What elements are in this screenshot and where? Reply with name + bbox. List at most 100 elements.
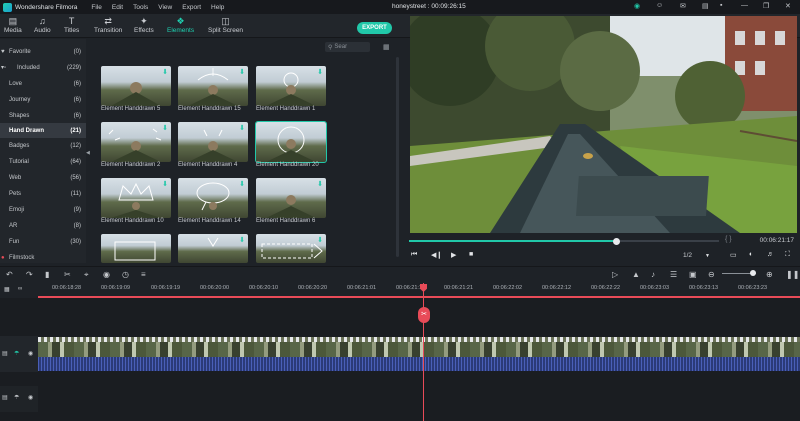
menu-edit[interactable]: Edit xyxy=(112,4,123,11)
subtitle-icon[interactable]: ▣ xyxy=(689,270,697,279)
sidebar-item-included[interactable]: ▾▫ Included (229) xyxy=(0,61,86,74)
close-icon[interactable]: ✕ xyxy=(785,2,791,10)
playhead-line[interactable] xyxy=(423,283,424,421)
link-icon[interactable]: ∞ xyxy=(18,286,22,292)
sidebar-item-web[interactable]: Web (56) xyxy=(0,171,86,184)
element-thumbnail[interactable]: ⬇ xyxy=(256,66,326,106)
element-thumbnail[interactable]: ⬇ xyxy=(101,122,171,162)
maximize-icon[interactable]: ❐ xyxy=(763,2,769,10)
search-input[interactable]: ⚲ Sear xyxy=(325,42,370,52)
element-thumbnail[interactable]: ⬇ xyxy=(178,234,248,263)
zoom-in-icon[interactable]: ⊕ xyxy=(766,270,773,279)
sidebar-item-fun[interactable]: Fun (30) xyxy=(0,235,86,248)
lock-icon[interactable]: ☂ xyxy=(14,350,19,357)
redo-icon[interactable]: ↷ xyxy=(26,270,33,279)
download-icon[interactable]: ⬇ xyxy=(162,180,168,188)
audio-settings-icon[interactable]: ≡ xyxy=(141,270,146,279)
color-icon[interactable]: ◉ xyxy=(103,270,110,279)
snapshot-icon[interactable]: ◐ xyxy=(749,251,753,258)
zoom-slider-handle[interactable] xyxy=(750,270,756,276)
cut-icon[interactable]: ✂ xyxy=(64,270,71,279)
menu-view[interactable]: View xyxy=(158,4,172,11)
tab-media[interactable]: ▤ Media xyxy=(4,16,22,34)
play-icon[interactable]: ▶ xyxy=(451,251,456,259)
preview-quality-select[interactable]: 1/2 xyxy=(683,252,692,259)
export-button[interactable]: EXPORT xyxy=(357,22,392,34)
crop-icon[interactable]: ⌖ xyxy=(84,270,89,280)
element-thumbnail[interactable] xyxy=(101,234,171,263)
download-icon[interactable]: ⬇ xyxy=(162,124,168,132)
element-thumbnail[interactable]: ⬇ xyxy=(101,66,171,106)
cart-icon[interactable]: ▤ xyxy=(702,2,709,10)
grid-view-icon[interactable]: ▦ xyxy=(383,43,390,51)
download-icon[interactable]: ⬇ xyxy=(162,68,168,76)
element-thumbnail[interactable]: ⬇ xyxy=(101,178,171,218)
delete-icon[interactable]: ▮ xyxy=(45,270,49,279)
tab-transition[interactable]: ⇄ Transition xyxy=(94,16,122,34)
previous-frame-icon[interactable]: ⏮ xyxy=(411,251,417,259)
add-track-icon[interactable]: ▦ xyxy=(4,286,10,293)
sidebar-item-favorite[interactable]: ♥ Favorite (0) xyxy=(0,45,86,58)
download-icon[interactable]: ⬇ xyxy=(239,180,245,188)
eye-icon[interactable]: ◉ xyxy=(28,350,33,357)
element-thumbnail[interactable]: ⬇ xyxy=(178,178,248,218)
audio-waveform-clip[interactable] xyxy=(38,357,800,371)
marker-icon[interactable]: ▲ xyxy=(632,270,640,279)
pause-icon[interactable]: ❚❚ xyxy=(786,270,799,279)
render-icon[interactable]: ▷ xyxy=(612,270,618,279)
download-icon[interactable]: ⬇ xyxy=(317,68,323,76)
step-back-icon[interactable]: ◀❙ xyxy=(431,251,442,259)
lock-icon[interactable]: ☂ xyxy=(14,394,19,401)
sidebar-item-pets[interactable]: Pets (11) xyxy=(0,187,86,200)
menu-file[interactable]: File xyxy=(91,4,101,11)
headset-icon[interactable]: ◉ xyxy=(634,2,640,10)
download-icon[interactable]: ⬇ xyxy=(317,236,323,244)
fullscreen-icon[interactable]: ⛶ xyxy=(785,251,790,259)
sidebar-item-shapes[interactable]: Shapes (6) xyxy=(0,109,86,122)
tab-audio[interactable]: ♫ Audio xyxy=(34,16,51,34)
tab-elements[interactable]: ❖ Elements xyxy=(167,16,194,34)
download-icon[interactable]: ⬇ xyxy=(239,236,245,244)
menu-help[interactable]: Help xyxy=(211,4,224,11)
eye-icon[interactable]: ◉ xyxy=(28,394,33,401)
split-scissors-icon[interactable]: ✂ xyxy=(418,307,430,323)
menu-tools[interactable]: Tools xyxy=(133,4,148,11)
sidebar-item-journey[interactable]: Journey (6) xyxy=(0,93,86,106)
sidebar-item-emoji[interactable]: Emoji (9) xyxy=(0,203,86,216)
element-thumbnail[interactable]: ⬇ xyxy=(178,122,248,162)
dropdown-chevron-icon[interactable]: ▼ xyxy=(705,253,710,259)
voiceover-icon[interactable]: ☰ xyxy=(670,270,677,279)
progress-handle[interactable] xyxy=(613,237,621,245)
tab-split-screen[interactable]: ◫ Split Screen xyxy=(208,16,243,34)
microphone-icon[interactable]: ♪ xyxy=(651,270,655,279)
display-icon[interactable]: ▭ xyxy=(730,251,737,259)
download-icon[interactable]: ⬇ xyxy=(317,180,323,188)
element-thumbnail[interactable]: ⬇ xyxy=(256,178,326,218)
library-scrollbar[interactable] xyxy=(396,57,399,257)
tab-effects[interactable]: ✦ Effects xyxy=(134,16,154,34)
undo-icon[interactable]: ↶ xyxy=(6,270,13,279)
zoom-out-icon[interactable]: ⊖ xyxy=(708,270,715,279)
element-thumbnail[interactable]: ⬇ xyxy=(178,66,248,106)
sidebar-item-filmstock[interactable]: ● Filmstock xyxy=(0,251,86,264)
speed-icon[interactable]: ◷ xyxy=(122,270,129,279)
element-thumbnail-selected[interactable] xyxy=(255,121,327,163)
download-icon[interactable]: ⬇ xyxy=(239,124,245,132)
minimize-icon[interactable]: — xyxy=(741,2,748,9)
sidebar-item-hand-drawn[interactable]: Hand Drawn (21) xyxy=(0,123,86,138)
collapse-sidebar-icon[interactable]: ◀ xyxy=(86,150,90,156)
element-thumbnail[interactable]: ⬇ xyxy=(256,234,326,263)
volume-icon[interactable]: ♬ xyxy=(767,251,774,258)
mark-in-out[interactable]: { } xyxy=(725,236,732,243)
download-icon[interactable]: ⬇ xyxy=(239,68,245,76)
video-preview[interactable] xyxy=(410,16,797,233)
timeline-ruler[interactable]: ▦ ∞ 00:06:18:28 00:06:19:09 00:06:19:19 … xyxy=(0,283,800,297)
sidebar-item-love[interactable]: Love (6) xyxy=(0,77,86,90)
user-icon[interactable]: ☺ xyxy=(656,2,663,9)
sidebar-item-tutorial[interactable]: Tutorial (64) xyxy=(0,155,86,168)
sidebar-item-ar[interactable]: AR (8) xyxy=(0,219,86,232)
menu-export[interactable]: Export xyxy=(182,4,201,11)
stop-icon[interactable]: ■ xyxy=(469,251,473,258)
notification-icon[interactable]: ▪ xyxy=(720,2,722,9)
sidebar-item-badges[interactable]: Badges (12) xyxy=(0,139,86,152)
